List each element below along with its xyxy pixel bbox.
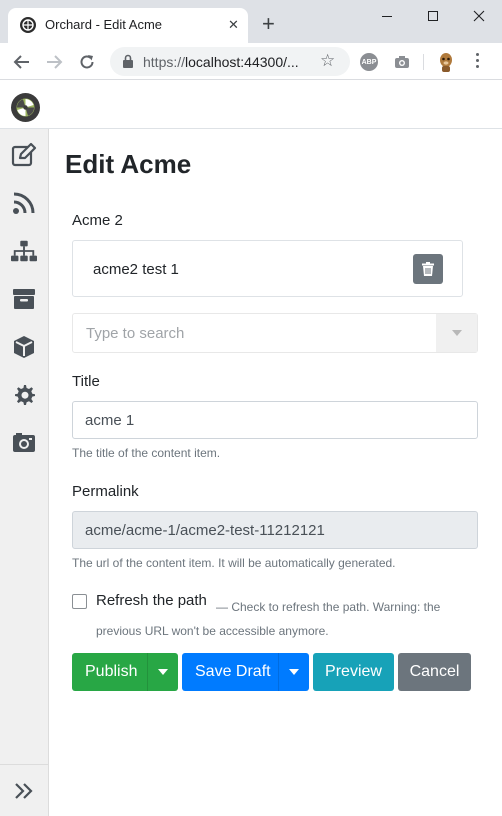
orchard-favicon-icon [20, 17, 36, 33]
toolbar-separator [423, 54, 424, 70]
app-header [0, 81, 502, 129]
profile-avatar-icon[interactable] [436, 51, 456, 73]
url-text: https://localhost:44300/... [143, 54, 299, 70]
publish-dropdown-toggle[interactable] [147, 653, 178, 691]
window-close-button[interactable] [456, 0, 502, 32]
preview-button[interactable]: Preview [313, 653, 394, 691]
reload-button[interactable] [76, 51, 98, 73]
permalink-label: Permalink [72, 483, 139, 500]
page-title: Edit Acme [65, 149, 192, 179]
camera-extension-icon[interactable] [394, 55, 410, 74]
back-button[interactable] [11, 51, 33, 73]
selected-content-item: acme2 test 1 [72, 240, 463, 297]
selected-item-text: acme2 test 1 [93, 261, 179, 278]
caret-down-icon [289, 669, 299, 675]
tab-title: Orchard - Edit Acme [45, 17, 163, 32]
new-tab-button[interactable]: + [262, 13, 275, 35]
chevron-down-icon[interactable] [436, 314, 477, 352]
browser-toolbar: https://localhost:44300/... ☆ ABP [0, 43, 502, 80]
caret-down-icon [158, 669, 168, 675]
permalink-hint: The url of the content item. It will be … [72, 556, 396, 570]
window-minimize-button[interactable] [364, 0, 410, 32]
lock-icon [122, 54, 134, 73]
bookmark-star-icon[interactable]: ☆ [320, 51, 335, 71]
rss-icon[interactable] [11, 190, 37, 216]
permalink-input: acme/acme-1/acme2-test-11212121 [72, 511, 478, 549]
sitemap-icon[interactable] [11, 238, 37, 264]
sidebar-divider [0, 764, 48, 765]
refresh-path-checkbox[interactable] [72, 594, 87, 609]
url-scheme: https:// [143, 54, 186, 70]
browser-menu-icon[interactable] [476, 53, 479, 68]
adblock-extension-icon[interactable]: ABP [360, 53, 378, 71]
edit-icon[interactable] [11, 142, 37, 168]
trash-icon [422, 262, 434, 276]
tab-close-icon[interactable]: ✕ [228, 17, 239, 33]
publish-label: Publish [85, 663, 138, 680]
remove-item-button[interactable] [413, 254, 443, 284]
permalink-input-value: acme/acme-1/acme2-test-11212121 [85, 522, 325, 539]
gear-icon[interactable] [11, 382, 37, 408]
browser-titlebar: Orchard - Edit Acme ✕ + [0, 0, 502, 43]
refresh-path-note: — Check to refresh the path. Warning: th… [96, 600, 441, 638]
main-content: Edit Acme Acme 2 acme2 test 1 Type to se… [49, 129, 502, 816]
orchard-logo-icon[interactable] [11, 93, 40, 122]
expand-icon[interactable] [13, 780, 35, 802]
forward-button[interactable] [43, 51, 65, 73]
title-label: Title [72, 373, 100, 390]
cancel-button[interactable]: Cancel [398, 653, 471, 691]
publish-button[interactable]: Publish [72, 653, 178, 691]
cube-icon[interactable] [11, 334, 37, 360]
browser-tab[interactable]: Orchard - Edit Acme ✕ [8, 8, 248, 43]
title-input[interactable]: acme 1 [72, 401, 478, 439]
title-hint: The title of the content item. [72, 446, 221, 460]
archive-icon[interactable] [11, 286, 37, 312]
content-search-select[interactable]: Type to search [72, 313, 478, 353]
admin-sidebar [0, 129, 49, 816]
media-icon[interactable] [11, 430, 37, 456]
search-placeholder: Type to search [86, 325, 185, 342]
save-draft-label: Save Draft [195, 663, 271, 680]
save-draft-button[interactable]: Save Draft [182, 653, 309, 691]
address-bar[interactable]: https://localhost:44300/... ☆ [110, 47, 350, 76]
url-host: localhost:44300/... [185, 54, 299, 70]
save-draft-dropdown-toggle[interactable] [278, 653, 309, 691]
title-input-value: acme 1 [85, 412, 135, 429]
content-picker-label: Acme 2 [72, 212, 123, 229]
window-maximize-button[interactable] [410, 0, 456, 32]
